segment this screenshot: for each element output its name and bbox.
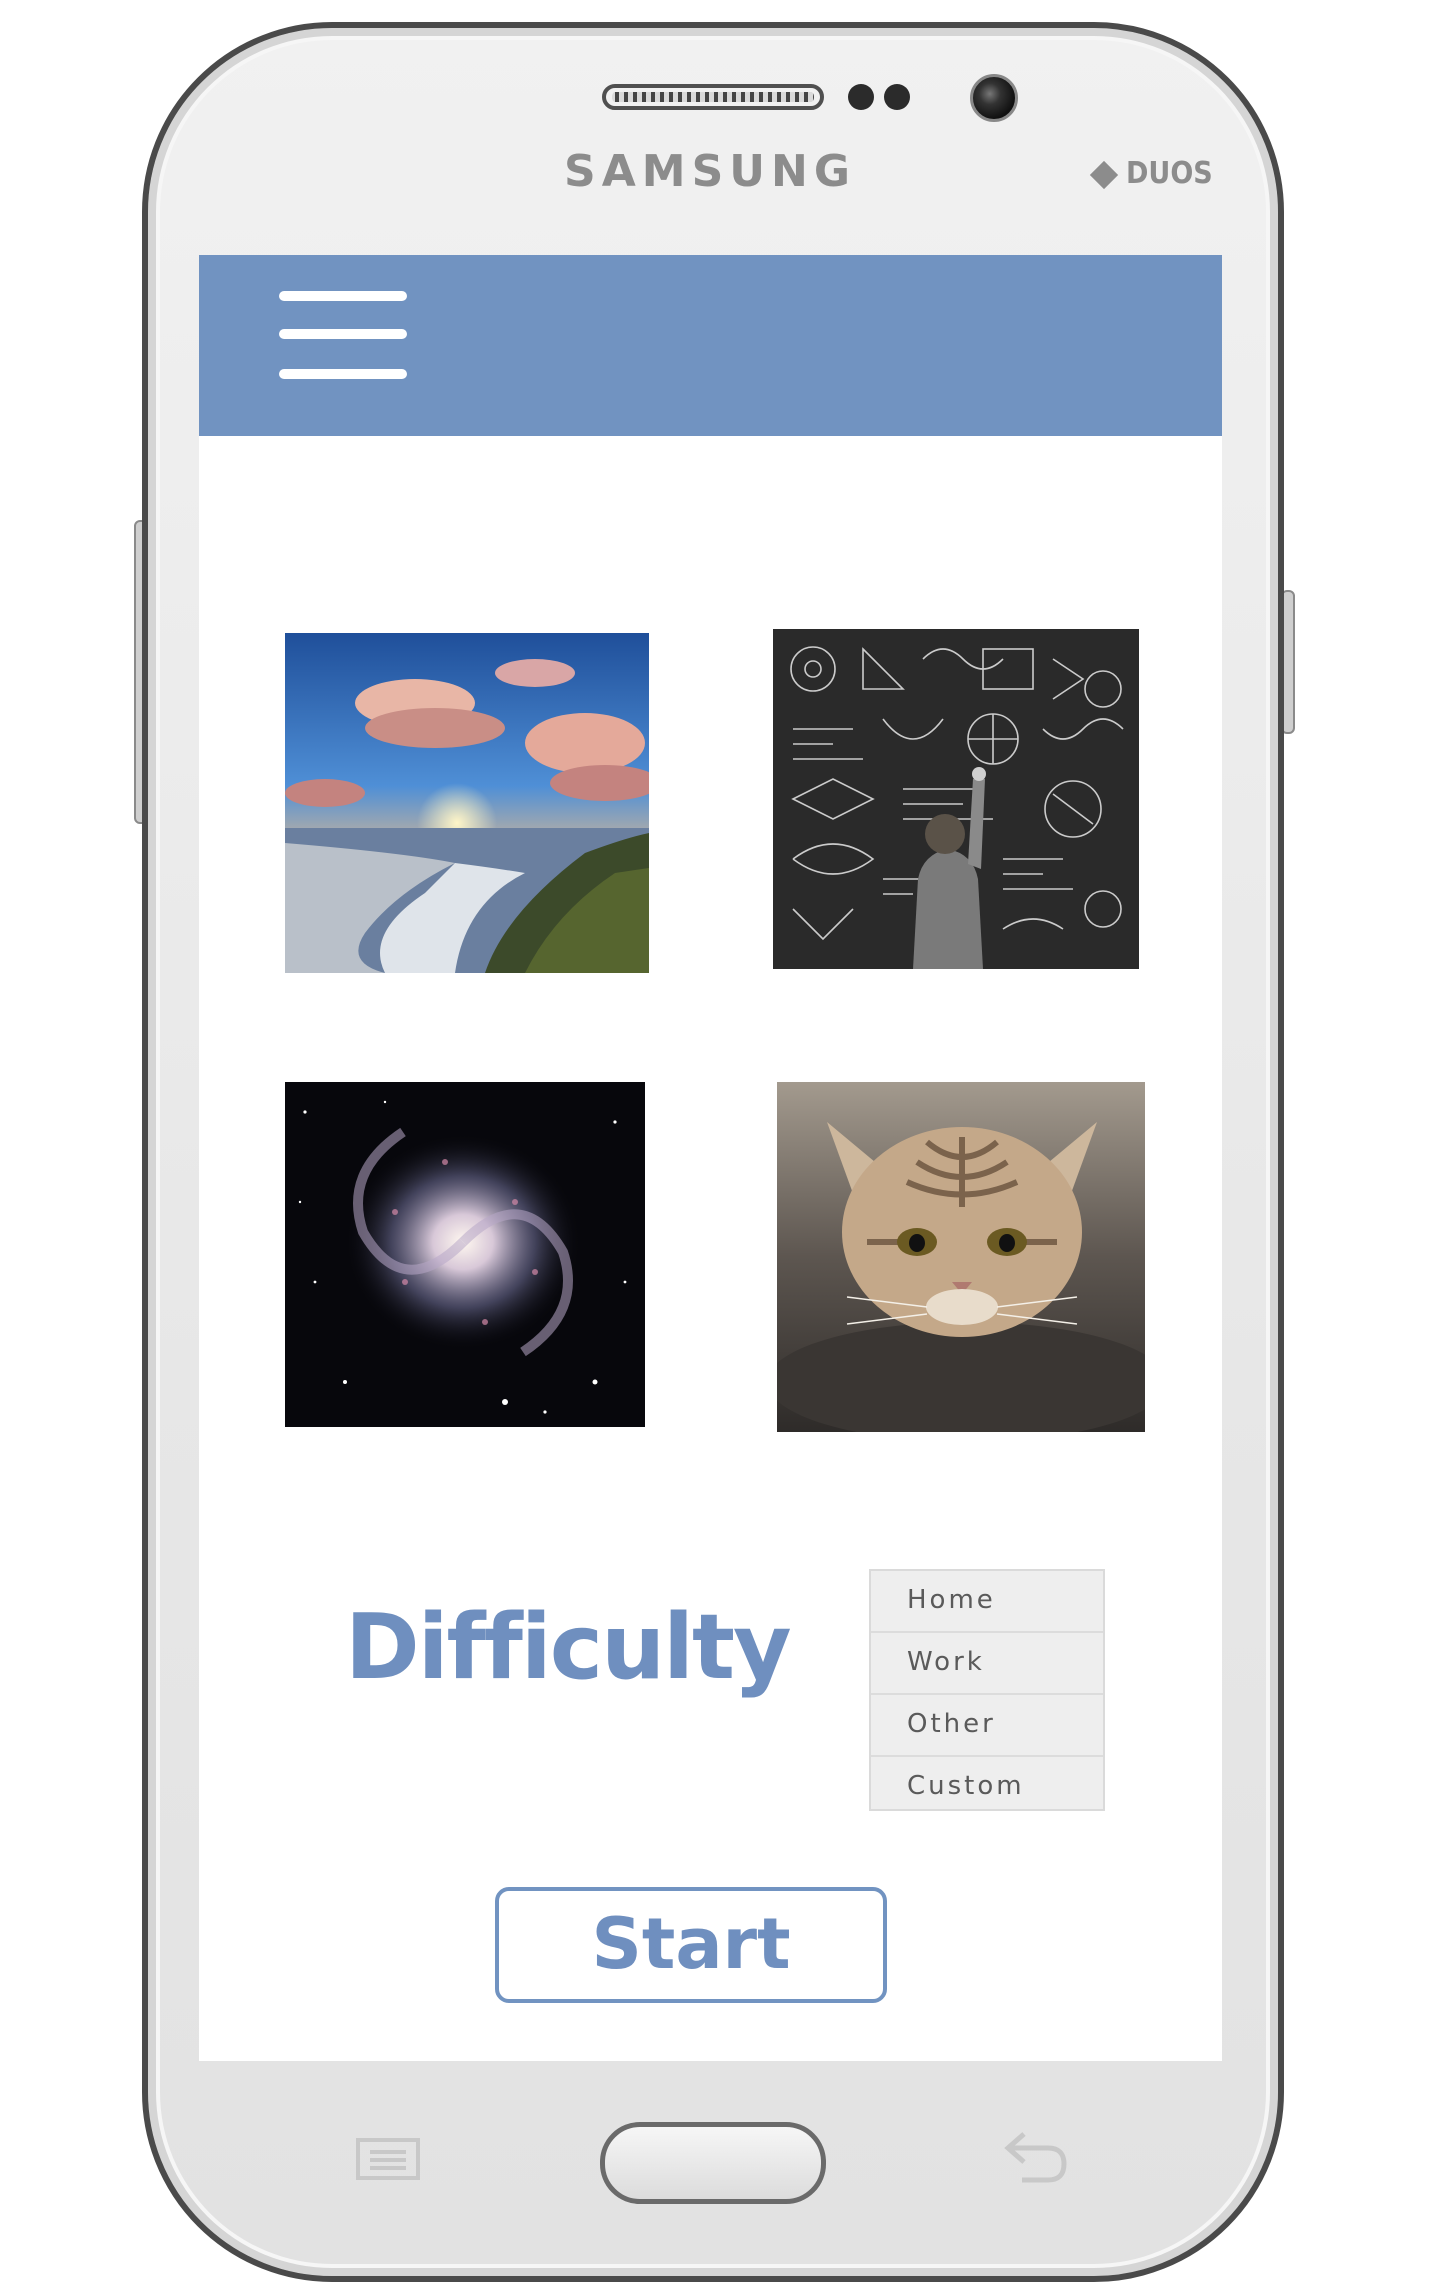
back-icon[interactable] [1000,2128,1070,2188]
proximity-sensor [848,84,874,110]
home-button[interactable] [600,2122,826,2204]
difficulty-dropdown[interactable]: Home Work Other Custom [869,1569,1105,1811]
app-bar [199,255,1222,436]
model-badge: DUOS [1089,156,1213,191]
difficulty-label: Difficulty [345,1595,792,1700]
model-badge-text: DUOS [1126,156,1213,191]
diamond-icon [1089,160,1119,189]
recent-apps-icon[interactable] [356,2134,426,2184]
beach-sunset-image[interactable] [285,633,649,973]
earpiece-speaker [602,84,824,110]
light-sensor [884,84,910,110]
hamburger-menu-icon[interactable] [279,291,409,381]
app-screen: Difficulty Home Work Other Custom Start [199,255,1222,2061]
difficulty-option-other[interactable]: Other [871,1695,1103,1757]
brand-logo: SAMSUNG [564,146,856,197]
chalkboard-image[interactable] [773,629,1139,969]
front-camera [970,74,1018,122]
cat-image[interactable] [777,1082,1145,1432]
start-button[interactable]: Start [495,1887,887,2003]
galaxy-image[interactable] [285,1082,645,1427]
difficulty-option-work[interactable]: Work [871,1633,1103,1695]
difficulty-option-custom[interactable]: Custom [871,1757,1103,1817]
difficulty-option-home[interactable]: Home [871,1571,1103,1633]
